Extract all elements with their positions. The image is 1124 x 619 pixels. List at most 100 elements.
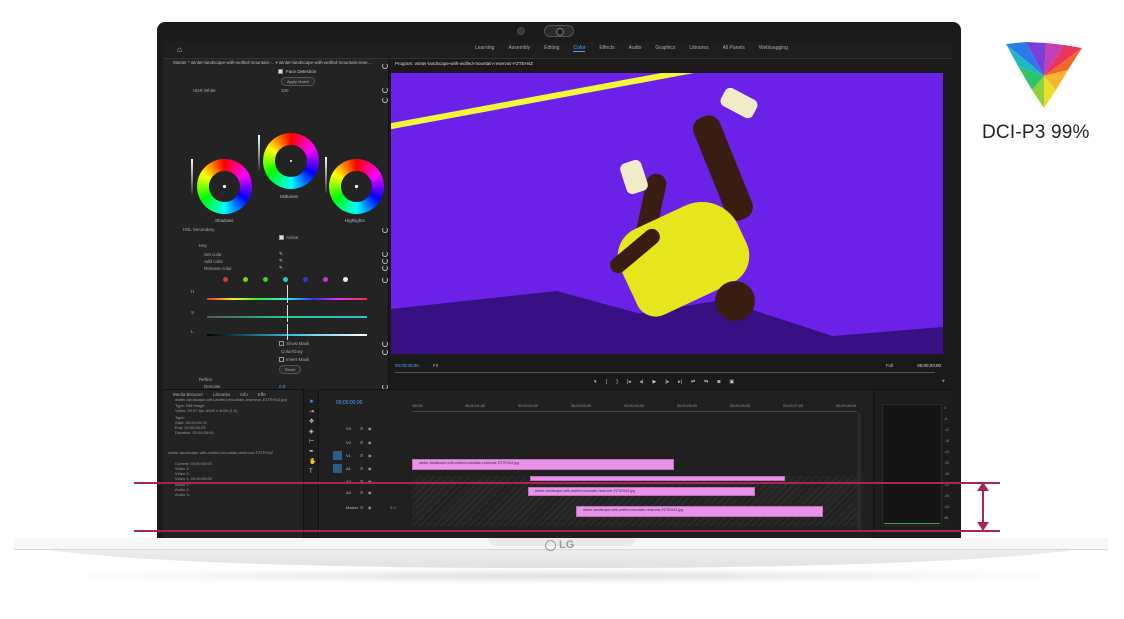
transport-button-icon[interactable]: ▸| (678, 379, 682, 385)
eye-icon[interactable]: ◉ (368, 505, 372, 510)
shadows-slider[interactable] (191, 159, 193, 195)
ripple-edit-icon[interactable]: ✥ (309, 419, 315, 425)
transport-button-icon[interactable]: ▾ (594, 379, 597, 385)
eye-icon[interactable]: ◉ (368, 453, 372, 458)
zoom-select[interactable]: Fit (433, 363, 438, 368)
lock-icon[interactable]: ⊡ (360, 426, 363, 431)
home-icon[interactable]: ⌂ (177, 46, 185, 54)
workspace-tab[interactable]: Editing (544, 45, 559, 52)
workspace-tab[interactable]: Audio (629, 45, 642, 52)
eyedropper-remove-icon[interactable]: ✎ (279, 265, 283, 271)
apply-match-button[interactable]: Apply Match (281, 77, 316, 86)
eye-icon[interactable]: ◉ (368, 440, 372, 445)
track-select-icon[interactable]: ⇥ (309, 409, 315, 415)
midtones-wheel[interactable] (263, 133, 319, 189)
workspace-tab[interactable]: Effects (599, 45, 614, 52)
time-ruler[interactable]: :00:00 00;00;01;00 00;00;02;00 00;00;03;00 0… (412, 402, 857, 412)
reset-icon[interactable] (382, 349, 388, 355)
color-preset-swatch[interactable] (223, 277, 228, 282)
lock-icon[interactable]: ⊡ (360, 453, 363, 458)
track-target-toggle[interactable] (333, 488, 342, 497)
razor-icon[interactable]: ◈ (309, 429, 315, 435)
scrub-bar[interactable] (395, 372, 935, 373)
transport-button-icon[interactable]: |◂ (627, 379, 631, 385)
eyedropper-icon[interactable]: ✎ (279, 251, 283, 257)
lock-icon[interactable]: ⊡ (360, 505, 363, 510)
master-volume-value[interactable]: 0.0 (390, 505, 396, 510)
reset-icon[interactable] (382, 227, 388, 233)
eyedropper-add-icon[interactable]: ✎ (279, 258, 283, 264)
eye-icon[interactable]: ◉ (368, 490, 372, 495)
lightness-range-handle[interactable] (287, 324, 288, 340)
reset-icon[interactable] (382, 251, 388, 257)
reset-button[interactable]: Reset (279, 365, 302, 374)
transport-button-icon[interactable]: { (606, 379, 608, 385)
eye-icon[interactable]: ◉ (368, 426, 372, 431)
transport-button-icon[interactable]: ⇄ (691, 379, 695, 385)
add-button-icon[interactable]: + (941, 379, 945, 385)
workspace-tab[interactable]: Color (573, 45, 586, 52)
type-icon[interactable]: T (309, 469, 315, 475)
timeline-clip[interactable]: winter-landscape-with-wolfed-mountain-re… (528, 487, 755, 496)
timeline-clip[interactable] (530, 476, 785, 481)
lock-icon[interactable]: ⊡ (360, 440, 363, 445)
highlights-slider[interactable] (325, 157, 327, 193)
color-preset-swatch[interactable] (343, 277, 348, 282)
program-timecode[interactable]: 00;00;00;00 (395, 363, 419, 368)
resolution-select[interactable]: Full (886, 363, 893, 368)
color-preset-swatch[interactable] (283, 277, 288, 282)
timeline-scrollbar[interactable] (857, 412, 861, 532)
transport-button-icon[interactable]: } (616, 379, 618, 385)
reset-icon[interactable] (382, 97, 388, 103)
highlights-wheel[interactable] (329, 159, 384, 214)
reset-icon[interactable] (382, 258, 388, 264)
transport-button-icon[interactable]: ⇆ (704, 379, 708, 385)
shadows-wheel[interactable] (197, 159, 252, 214)
reset-icon[interactable] (382, 87, 388, 93)
saturation-range-handle[interactable] (287, 305, 288, 322)
active-checkbox[interactable] (279, 235, 284, 240)
transport-button-icon[interactable]: ▣ (729, 379, 734, 385)
reset-icon[interactable] (382, 63, 388, 69)
hand-icon[interactable]: ✋ (309, 459, 316, 465)
transport-button-icon[interactable]: |▸ (665, 379, 669, 385)
midtones-slider[interactable] (258, 135, 260, 171)
reset-icon[interactable] (382, 341, 388, 347)
color-preset-swatch[interactable] (303, 277, 308, 282)
selection-tool-icon[interactable]: ➤ (309, 399, 315, 405)
color-preset-swatch[interactable] (263, 277, 268, 282)
workspace-tab[interactable]: Assembly (508, 45, 530, 52)
track-target-toggle[interactable] (333, 424, 342, 433)
transport-button-icon[interactable]: ◂| (640, 379, 644, 385)
reset-icon[interactable] (382, 277, 388, 283)
color-gray-select[interactable]: Color/Gray (281, 349, 303, 354)
workspace-tab[interactable]: All Panels (723, 45, 745, 52)
lock-icon[interactable]: ⊡ (360, 490, 363, 495)
workspace-tab[interactable]: Learning (475, 45, 494, 52)
lock-icon[interactable]: ⊡ (360, 466, 363, 471)
face-detection-checkbox[interactable]: Face Detection (278, 69, 316, 74)
transport-button-icon[interactable]: ▶ (652, 379, 656, 385)
timeline-clip[interactable]: winter-landscape-with-wolfed-mountain-re… (576, 506, 823, 517)
info-line: Duration: 00:00:05:00 (175, 430, 214, 435)
remove-color-label: Remove color (204, 266, 232, 271)
show-mask-checkbox[interactable] (279, 341, 284, 346)
track-target-toggle[interactable] (333, 503, 342, 512)
slip-icon[interactable]: ⊢ (309, 439, 315, 445)
timeline-timecode[interactable]: 00;00;00;00 (336, 400, 362, 406)
color-preset-swatch[interactable] (243, 277, 248, 282)
timeline-clip[interactable]: winter-landscape-with-wolfed-mountain-re… (412, 459, 674, 470)
pen-icon[interactable]: ✒ (309, 449, 315, 455)
track-target-toggle[interactable] (333, 464, 342, 473)
invert-mask-checkbox[interactable] (279, 357, 284, 362)
color-preset-swatch[interactable] (323, 277, 328, 282)
workspace-tab[interactable]: Webloagging (759, 45, 788, 52)
transport-button-icon[interactable]: ◙ (717, 379, 720, 385)
eye-icon[interactable]: ◉ (368, 466, 372, 471)
track-target-toggle[interactable] (333, 438, 342, 447)
track-target-toggle[interactable] (333, 451, 342, 460)
workspace-tab[interactable]: Libraries (689, 45, 708, 52)
hue-range-handle[interactable] (287, 285, 288, 303)
reset-icon[interactable] (382, 265, 388, 271)
workspace-tab[interactable]: Graphics (655, 45, 675, 52)
